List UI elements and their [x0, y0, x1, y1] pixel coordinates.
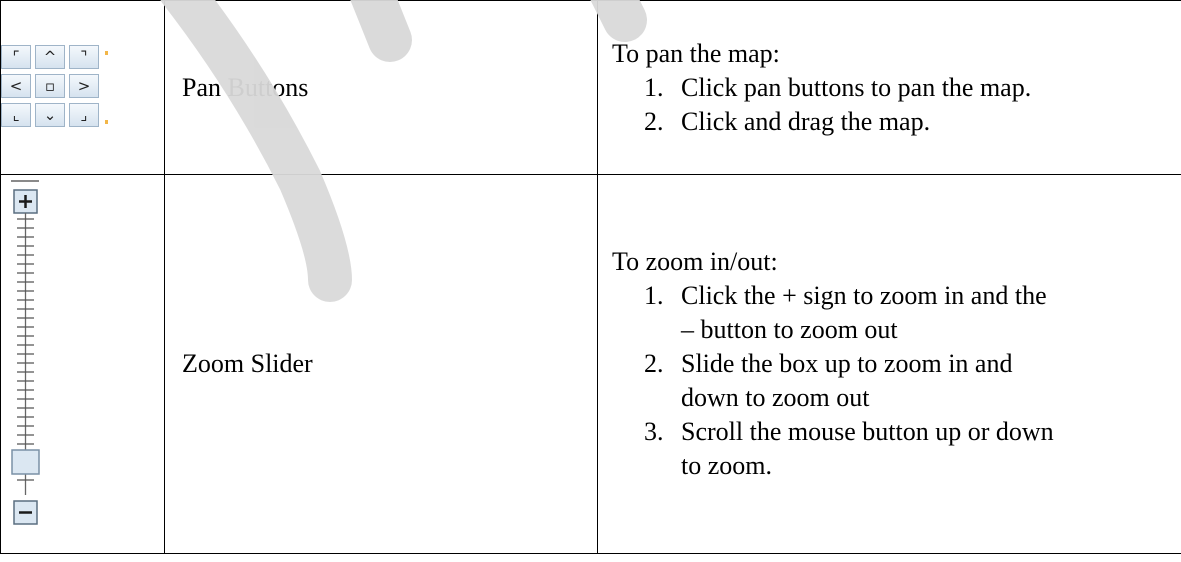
pan-west-button[interactable]: < — [1, 74, 31, 98]
step-text: down to zoom out — [681, 383, 870, 412]
table-row: Zoom Slider To zoom in/out: 1. Click the… — [1, 175, 1181, 554]
pan-southwest-button[interactable]: ⌞ — [1, 103, 31, 127]
step-number: 1. — [644, 279, 664, 313]
list-item: 3. Scroll the mouse button up or down to… — [681, 415, 1171, 483]
step-number: 1. — [644, 71, 664, 105]
zoom-slider-handle[interactable] — [12, 450, 39, 474]
zoom-slider-graphic — [11, 175, 51, 553]
step-text: Scroll the mouse button up or down — [681, 417, 1054, 446]
zoom-out-icon[interactable] — [14, 501, 37, 524]
feature-name-text: Pan Buttons — [182, 73, 308, 102]
step-text: Click the + sign to zoom in and the — [681, 281, 1047, 310]
description-intro: To pan the map: — [612, 37, 1171, 71]
pan-northwest-button[interactable]: ⌜ — [1, 45, 31, 69]
steps-list: 1. Click the + sign to zoom in and the –… — [612, 279, 1171, 483]
step-text: Slide the box up to zoom in and — [681, 349, 1012, 378]
help-table: ⌜ ^ ⌝ < ▫ > ⌞ ⌄ ⌟ Pan Buttons To pan the… — [0, 0, 1181, 554]
pan-east-button[interactable]: > — [69, 74, 99, 98]
steps-list: 1.Click pan buttons to pan the map. 2.Cl… — [612, 71, 1171, 139]
pan-south-button[interactable]: ⌄ — [35, 103, 65, 127]
step-text: Click and drag the map. — [681, 107, 930, 136]
feature-description: To pan the map: 1.Click pan buttons to p… — [598, 1, 1181, 175]
list-item: 2.Click and drag the map. — [681, 105, 1171, 139]
description-intro: To zoom in/out: — [612, 245, 1171, 279]
step-number: 2. — [644, 105, 664, 139]
step-text: Click pan buttons to pan the map. — [681, 73, 1031, 102]
zoom-icon-cell — [1, 175, 165, 554]
step-text: to zoom. — [681, 451, 772, 480]
list-item: 2. Slide the box up to zoom in and down … — [681, 347, 1171, 415]
step-number: 3. — [644, 415, 664, 449]
pan-buttons-icon: ⌜ ^ ⌝ < ▫ > ⌞ ⌄ ⌟ — [1, 45, 106, 131]
list-item: 1.Click pan buttons to pan the map. — [681, 71, 1171, 105]
pan-southeast-button[interactable]: ⌟ — [69, 103, 99, 127]
feature-name: Zoom Slider — [165, 175, 598, 554]
zoom-slider-icon — [11, 175, 51, 553]
pan-northeast-button[interactable]: ⌝ — [69, 45, 99, 69]
step-text: – button to zoom out — [681, 315, 898, 344]
list-item: 1. Click the + sign to zoom in and the –… — [681, 279, 1171, 347]
pan-north-button[interactable]: ^ — [35, 45, 65, 69]
pan-icon-cell: ⌜ ^ ⌝ < ▫ > ⌞ ⌄ ⌟ — [1, 1, 165, 175]
feature-name-text: Zoom Slider — [182, 349, 313, 378]
table-row: ⌜ ^ ⌝ < ▫ > ⌞ ⌄ ⌟ Pan Buttons To pan the… — [1, 1, 1181, 175]
step-number: 2. — [644, 347, 664, 381]
zoom-in-icon[interactable] — [14, 190, 37, 213]
feature-description: To zoom in/out: 1. Click the + sign to z… — [598, 175, 1181, 554]
pan-center-button[interactable]: ▫ — [35, 74, 65, 98]
feature-name: Pan Buttons — [165, 1, 598, 175]
